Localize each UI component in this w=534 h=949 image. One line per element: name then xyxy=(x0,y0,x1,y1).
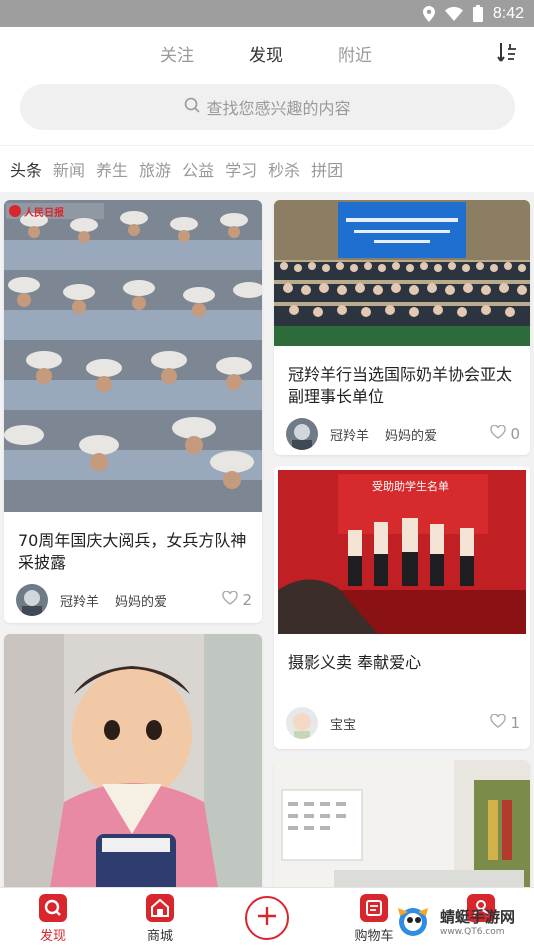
image-caption: 受助助学生名单 xyxy=(372,480,449,493)
search-bar[interactable]: 查找您感兴趣的内容 xyxy=(20,84,515,130)
like-button[interactable]: 1 xyxy=(490,713,520,732)
card-meta: 冠羚羊 妈妈的爱 0 xyxy=(286,417,520,451)
tab-follow[interactable]: 关注 xyxy=(142,41,212,66)
heart-icon xyxy=(490,713,507,732)
category-health[interactable]: 养生 xyxy=(96,157,128,181)
search-placeholder: 查找您感兴趣的内容 xyxy=(206,99,351,118)
nav-discover[interactable]: 发现 xyxy=(23,894,83,944)
feed: 人民日报 70周年国庆大阅兵，女兵方队神采披露 冠羚羊 妈妈的爱 2 冠羚羊行当… xyxy=(0,192,534,887)
battery-icon xyxy=(472,5,483,22)
feed-card[interactable]: 冠羚羊行当选国际奶羊协会亚太副理事长单位 冠羚羊 妈妈的爱 0 xyxy=(274,200,530,455)
nav-label: 商城 xyxy=(146,929,173,944)
category-charity[interactable]: 公益 xyxy=(182,157,214,181)
discover-icon xyxy=(39,894,67,922)
category-bar: 头条 新闻 养生 旅游 公益 学习 秒杀 拼团 xyxy=(0,146,534,192)
tab-discover[interactable]: 发现 xyxy=(231,41,301,66)
feed-card[interactable] xyxy=(274,760,530,887)
add-icon xyxy=(256,905,278,931)
heart-icon xyxy=(490,424,507,443)
card-meta: 宝宝 1 xyxy=(286,706,520,740)
author-tag: 妈妈的爱 xyxy=(115,594,168,610)
heart-icon xyxy=(222,590,239,609)
author-name[interactable]: 冠羚羊 xyxy=(330,425,369,444)
author-tag: 妈妈的爱 xyxy=(385,428,438,444)
watermark-text: 蜻蜓手游网 xyxy=(440,907,516,926)
status-bar: 8:42 xyxy=(0,0,534,27)
header: 关注 发现 附近 查找您感兴趣的内容 xyxy=(0,27,534,145)
like-count: 1 xyxy=(510,714,520,732)
card-title: 冠羚羊行当选国际奶羊协会亚太副理事长单位 xyxy=(288,365,513,406)
tab-nearby[interactable]: 附近 xyxy=(320,41,390,66)
sort-icon[interactable] xyxy=(496,41,518,65)
search-icon xyxy=(184,97,201,117)
location-icon xyxy=(422,5,435,22)
calendar-photo xyxy=(274,760,530,887)
watermark: 蜻蜓手游网 www.QT6.com xyxy=(390,893,534,949)
status-time: 8:42 xyxy=(492,4,524,22)
parade-photo xyxy=(4,200,262,512)
author-name[interactable]: 宝宝 xyxy=(330,714,356,733)
watermark-url: www.QT6.com xyxy=(440,926,505,937)
add-post-button[interactable] xyxy=(245,896,289,940)
like-count: 0 xyxy=(510,425,520,443)
category-news[interactable]: 新闻 xyxy=(53,157,85,181)
baby-photo xyxy=(4,634,262,887)
dragonfly-logo-icon xyxy=(390,896,436,946)
nav-store[interactable]: 商城 xyxy=(130,894,190,944)
author-name[interactable]: 冠羚羊 xyxy=(60,591,99,610)
like-button[interactable]: 2 xyxy=(222,590,252,609)
card-meta: 冠羚羊 妈妈的爱 2 xyxy=(16,583,252,617)
feed-card[interactable] xyxy=(4,634,262,887)
card-title: 摄影义卖 奉献爱心 xyxy=(288,653,422,672)
category-learning[interactable]: 学习 xyxy=(225,157,257,181)
avatar xyxy=(286,418,318,450)
wifi-icon xyxy=(444,6,463,21)
category-travel[interactable]: 旅游 xyxy=(139,157,171,181)
image-caption: 人民日报 xyxy=(24,208,64,219)
category-headlines[interactable]: 头条 xyxy=(10,157,42,181)
feed-card[interactable]: 受助助学生名单 摄影义卖 奉献爱心 宝宝 1 xyxy=(274,466,530,749)
nav-label: 发现 xyxy=(39,929,66,944)
avatar xyxy=(16,584,48,616)
category-group-buy[interactable]: 拼团 xyxy=(311,157,343,181)
top-tabs: 关注 发现 附近 xyxy=(0,41,534,88)
watermark-text-block: 蜻蜓手游网 www.QT6.com xyxy=(440,906,515,937)
card-title: 70周年国庆大阅兵，女兵方队神采披露 xyxy=(18,531,247,572)
like-count: 2 xyxy=(242,591,252,609)
category-flash-sale[interactable]: 秒杀 xyxy=(268,157,300,181)
cart-list-icon xyxy=(360,894,388,922)
conference-group-photo xyxy=(274,200,530,346)
home-store-icon xyxy=(146,894,174,922)
feed-card[interactable]: 人民日报 70周年国庆大阅兵，女兵方队神采披露 冠羚羊 妈妈的爱 2 xyxy=(4,200,262,623)
like-button[interactable]: 0 xyxy=(490,424,520,443)
avatar xyxy=(286,707,318,739)
